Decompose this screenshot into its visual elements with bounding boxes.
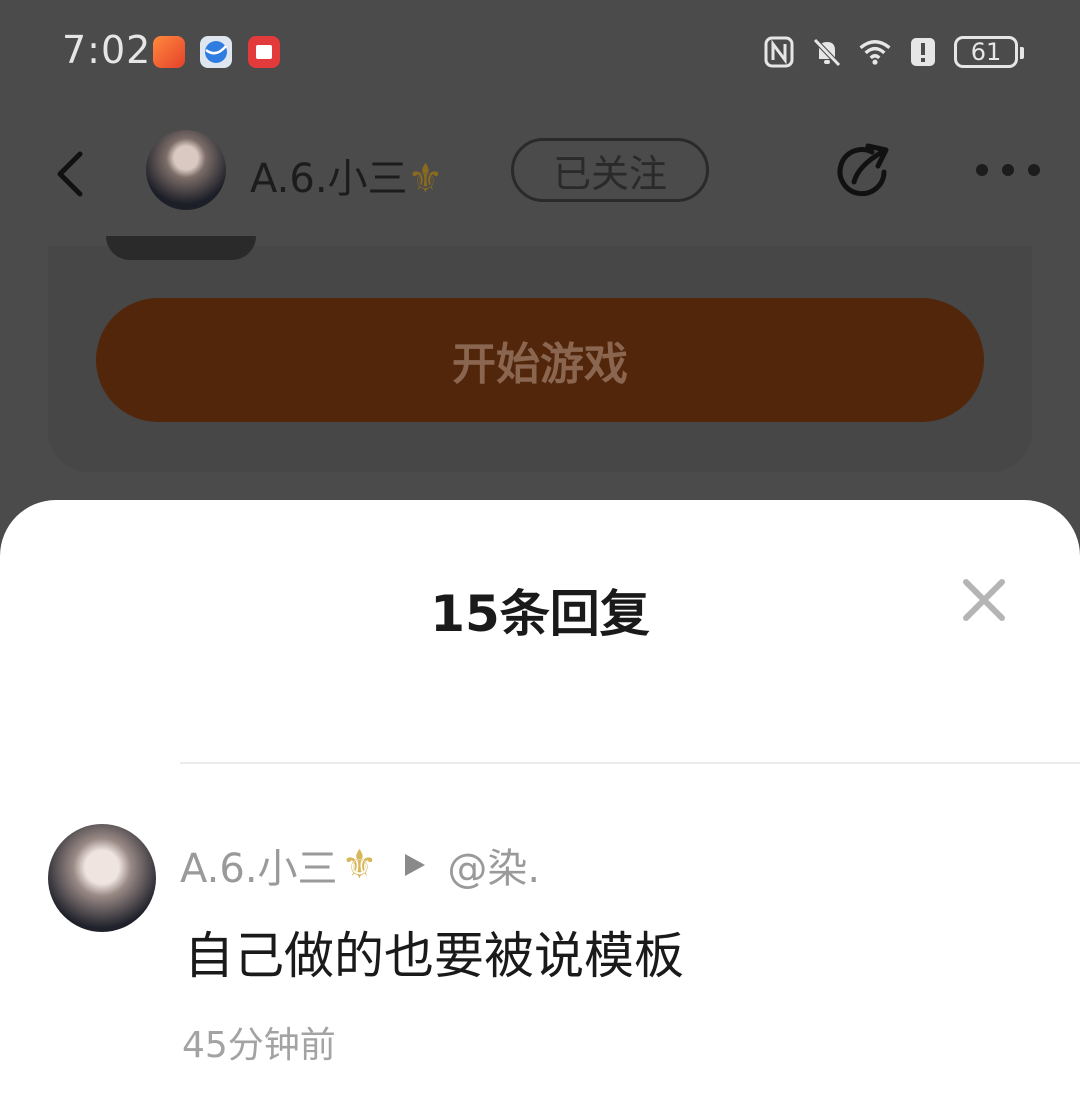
- more-icon[interactable]: [976, 160, 1040, 180]
- share-icon[interactable]: [832, 140, 896, 204]
- book-app-icon: [248, 36, 280, 68]
- follow-button[interactable]: 已关注: [511, 138, 709, 202]
- mute-icon: [810, 35, 844, 69]
- wifi-icon: [858, 35, 892, 69]
- avatar[interactable]: [48, 824, 156, 932]
- alert-icon: [906, 35, 940, 69]
- nfc-icon: [762, 35, 796, 69]
- reply-sheet-title: 15条回复: [430, 585, 650, 643]
- status-icons: 61: [762, 30, 1024, 74]
- fleur-de-lis-icon: ⚜: [407, 156, 444, 202]
- status-bar: 7:02 61: [0, 0, 1080, 100]
- list-item[interactable]: A.6.小三 ⚜ @染. 自己做的也要被说模板 45分钟前: [0, 820, 1080, 1080]
- header-username[interactable]: A.6.小三⚜: [250, 146, 443, 204]
- reply-sheet: 15条回复 A.6.小三 ⚜ @染. 自己做的也要被说模板 45分钟前: [0, 500, 1080, 1100]
- profile-header: A.6.小三⚜ 已关注: [0, 120, 1080, 230]
- close-icon[interactable]: [960, 576, 1008, 624]
- screen: 7:02 61 A.6.小三⚜ 已关注 开始游戏 15条回复 A.6.小三 ⚜ …: [0, 0, 1080, 1100]
- header-username-text: A.6.小三: [250, 156, 408, 202]
- fleur-de-lis-icon: ⚜: [341, 842, 378, 888]
- game-card-thumbnail: [106, 236, 256, 260]
- reply-time: 45分钟前: [182, 1025, 336, 1066]
- browser-app-icon: [200, 36, 232, 68]
- game-card: 开始游戏: [48, 236, 1032, 472]
- reply-meta: A.6.小三 ⚜ @染.: [180, 836, 540, 894]
- battery-icon: 61: [954, 36, 1024, 68]
- start-game-button[interactable]: 开始游戏: [96, 298, 984, 422]
- back-icon[interactable]: [48, 146, 92, 202]
- battery-level: 61: [970, 38, 1002, 66]
- reply-content: 自己做的也要被说模板: [184, 927, 684, 985]
- status-time: 7:02: [62, 28, 152, 72]
- reply-to-user[interactable]: @染.: [447, 836, 540, 894]
- divider: [180, 762, 1080, 764]
- reply-arrow-icon: [405, 854, 426, 876]
- reply-author[interactable]: A.6.小三: [180, 836, 338, 894]
- kuaishou-app-icon: [153, 36, 185, 68]
- header-avatar[interactable]: [146, 130, 226, 210]
